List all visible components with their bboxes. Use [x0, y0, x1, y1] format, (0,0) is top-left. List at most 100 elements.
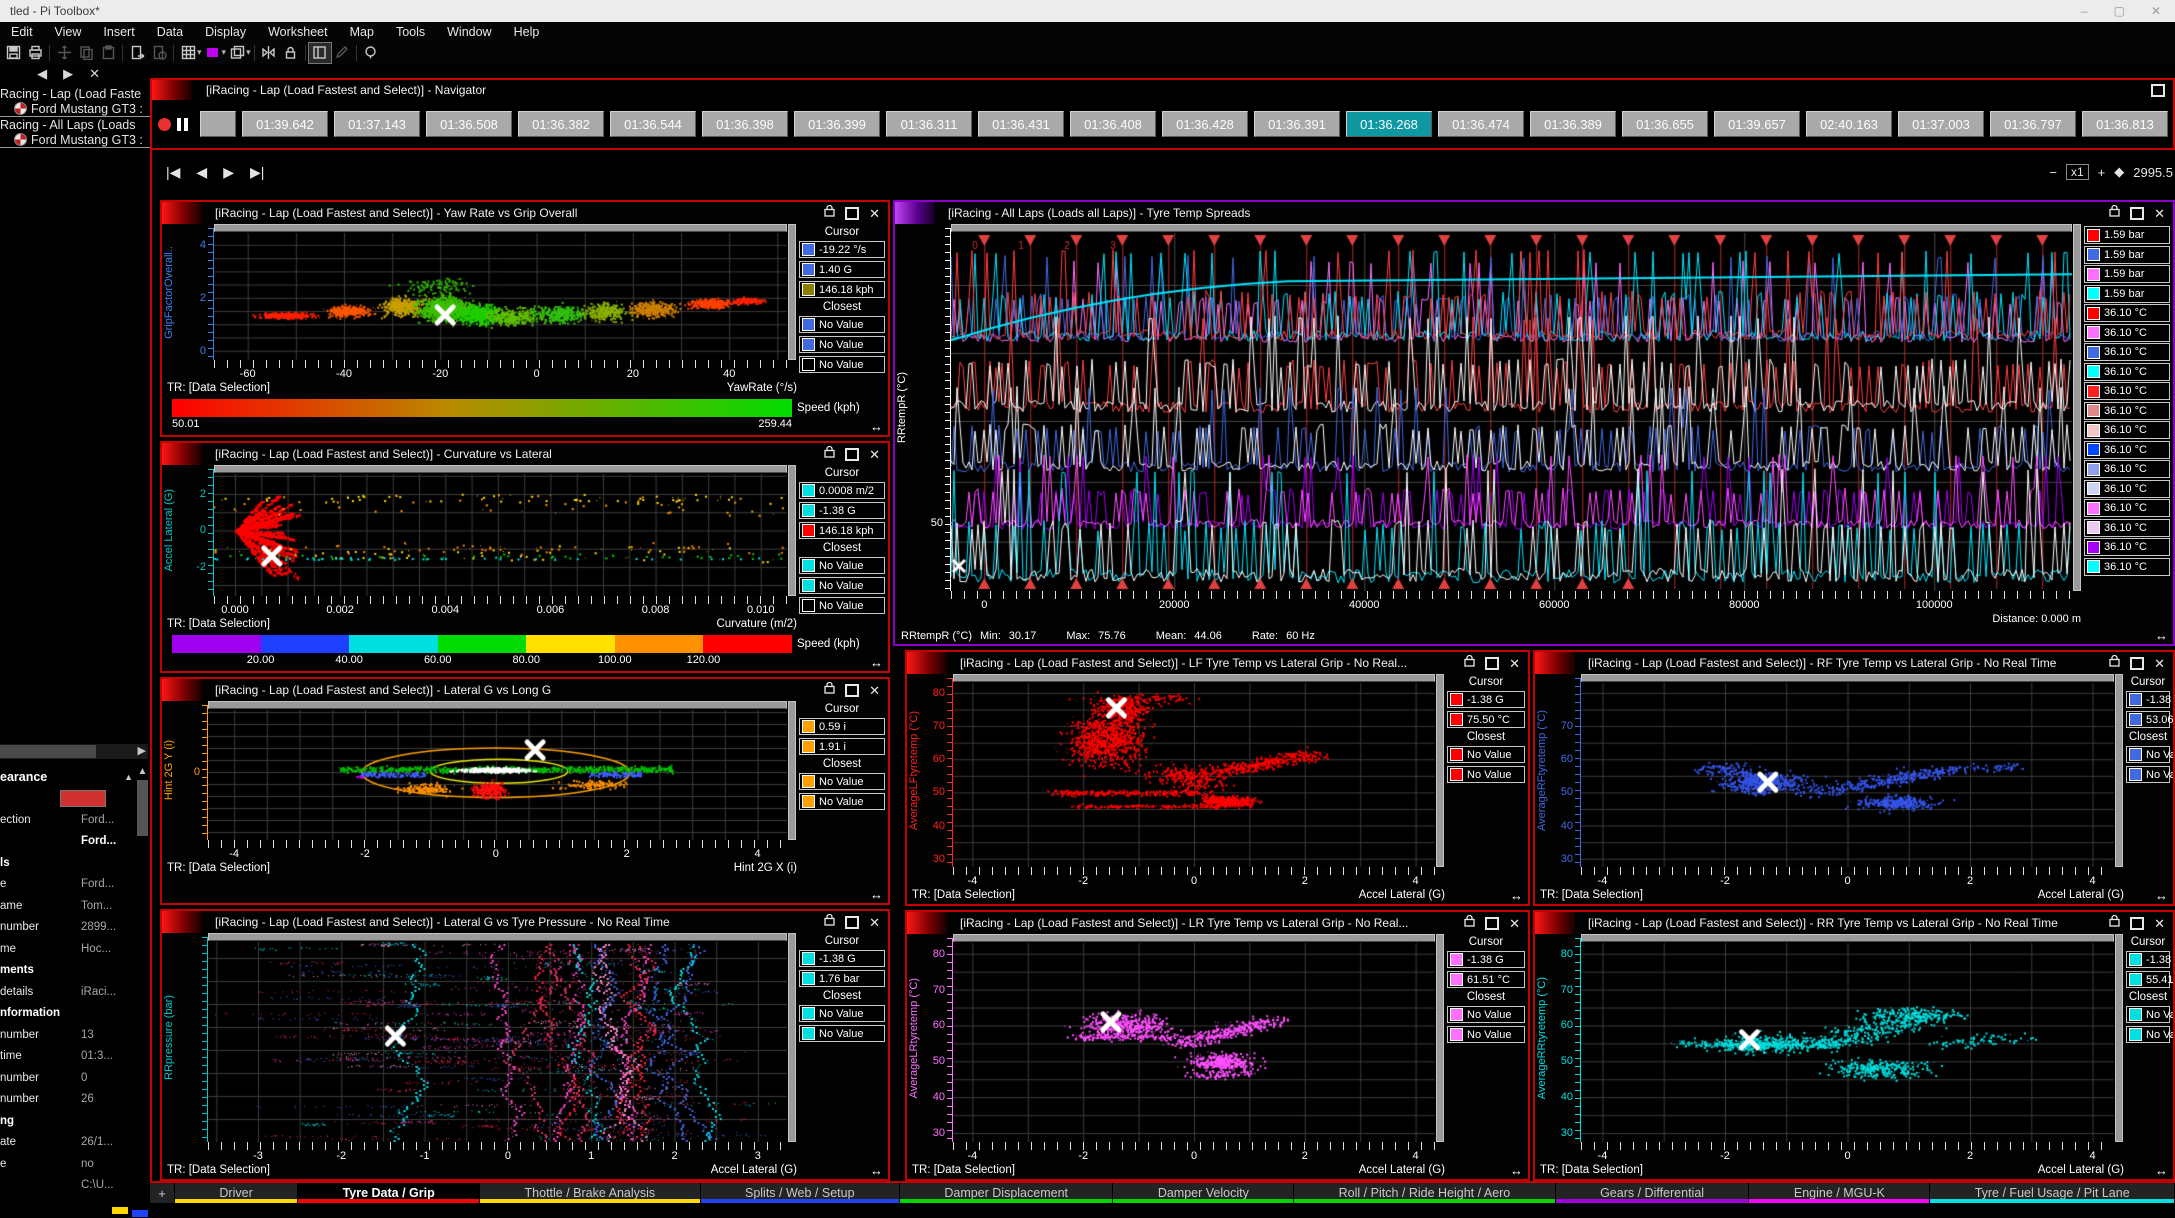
close-icon[interactable]: ✕ — [2154, 657, 2165, 670]
print-icon[interactable] — [24, 43, 46, 63]
send-doc-icon[interactable] — [148, 43, 170, 63]
horizontal-scrollbar[interactable] — [214, 224, 787, 232]
flip-icon[interactable] — [258, 43, 280, 63]
close-icon[interactable]: ✕ — [869, 207, 880, 220]
lap-chip[interactable]: 01:36.399 — [794, 111, 880, 137]
tab-thottle-brake-analysis[interactable]: Thottle / Brake Analysis — [480, 1183, 700, 1203]
property-row[interactable]: nformation — [0, 1003, 133, 1025]
horizontal-scrollbar[interactable] — [951, 224, 2072, 232]
vertical-scrollbar[interactable] — [788, 465, 796, 596]
vertical-scrollbar[interactable] — [2115, 674, 2123, 867]
tab-tyre-data-grip[interactable]: Tyre Data / Grip — [298, 1183, 480, 1203]
move-icon[interactable] — [53, 43, 75, 63]
menu-item-map[interactable]: Map — [339, 22, 385, 41]
panel-header[interactable]: [iRacing - Lap (Load Fastest and Select)… — [1535, 912, 2173, 934]
window-split-icon[interactable] — [309, 43, 331, 63]
lap-chip[interactable]: 01:36.655 — [1622, 111, 1708, 137]
lock-icon[interactable] — [2109, 914, 2120, 932]
lap-chip[interactable]: 01:36.398 — [702, 111, 788, 137]
menu-item-edit[interactable]: Edit — [0, 22, 44, 41]
close-icon[interactable]: ✕ — [869, 684, 880, 697]
vertical-scrollbar[interactable] — [1436, 674, 1444, 867]
scroll-up-arrow[interactable]: ▲ — [135, 766, 150, 777]
cascade-icon[interactable] — [226, 43, 248, 63]
resize-handle[interactable]: ↔ — [1510, 888, 1523, 903]
play-button[interactable]: ▶ — [223, 164, 234, 181]
resize-handle[interactable]: ↔ — [1510, 1163, 1523, 1178]
maximize-icon[interactable] — [845, 916, 859, 929]
fill-color-icon[interactable] — [202, 43, 224, 63]
property-row[interactable]: Ford... — [0, 831, 133, 853]
resize-handle[interactable]: ↔ — [870, 655, 883, 670]
panel-header[interactable]: [iRacing - Lap (Load Fastest and Select)… — [907, 912, 1528, 934]
property-row[interactable]: number0 — [0, 1067, 133, 1089]
maximize-icon[interactable] — [2130, 657, 2144, 670]
minimize-icon[interactable]: – — [2081, 4, 2088, 18]
property-row[interactable]: C:\U... — [0, 1175, 133, 1191]
chart-canvas-tyre-temp-spreads[interactable] — [951, 233, 2072, 591]
add-worksheet-button[interactable]: + — [150, 1183, 175, 1203]
lock-icon[interactable] — [824, 913, 835, 931]
color-swatch[interactable] — [60, 790, 106, 807]
zoom-in-button[interactable]: + — [2098, 165, 2106, 180]
horizontal-scrollbar[interactable] — [1581, 674, 2114, 682]
property-row[interactable]: ng — [0, 1110, 133, 1132]
panel-header[interactable]: [iRacing - All Laps (Loads all Laps)] - … — [895, 202, 2173, 224]
horizontal-scrollbar[interactable] — [953, 934, 1435, 942]
scrollbar-thumb[interactable] — [137, 780, 148, 836]
lap-chip[interactable]: 01:36.311 — [886, 111, 972, 137]
help-icon[interactable] — [360, 43, 382, 63]
lap-chip[interactable]: 01:36.474 — [1438, 111, 1524, 137]
tab-engine-mgu-k[interactable]: Engine / MGU-K — [1749, 1183, 1930, 1203]
menu-item-insert[interactable]: Insert — [92, 22, 145, 41]
close-icon[interactable]: ✕ — [869, 448, 880, 461]
lap-chip[interactable]: 02:40.163 — [1806, 111, 1892, 137]
nav-close-button[interactable]: ✕ — [89, 66, 100, 82]
lock-icon[interactable] — [824, 204, 835, 222]
property-grid-scrollbar[interactable]: ▲ — [135, 766, 150, 1190]
lock-icon[interactable] — [824, 445, 835, 463]
chart-canvas-yaw-grip[interactable] — [214, 233, 787, 360]
maximize-icon[interactable] — [845, 207, 859, 220]
property-row[interactable]: number26 — [0, 1089, 133, 1111]
step-back-button[interactable]: ◀ — [196, 164, 207, 181]
property-row[interactable]: number13 — [0, 1024, 133, 1046]
resize-handle[interactable]: ↔ — [2155, 628, 2168, 643]
goto-end-button[interactable]: ▶| — [250, 164, 264, 181]
lock-icon[interactable] — [824, 681, 835, 699]
lock-icon[interactable] — [2109, 204, 2120, 222]
lap-chip[interactable]: 01:36.382 — [518, 111, 604, 137]
property-row[interactable]: earance▲ — [0, 766, 133, 788]
chart-canvas-lr-temp[interactable] — [953, 943, 1435, 1142]
lap-chip[interactable]: 01:36.389 — [1530, 111, 1616, 137]
tab-damper-velocity[interactable]: Damper Velocity — [1113, 1183, 1294, 1203]
tab-gears-differential[interactable]: Gears / Differential — [1556, 1183, 1750, 1203]
lap-chip[interactable]: 01:39.657 — [1714, 111, 1800, 137]
property-row[interactable]: ectionFord... — [0, 809, 133, 831]
close-icon[interactable]: ✕ — [2154, 917, 2165, 930]
lap-chip[interactable]: 01:36.408 — [1070, 111, 1156, 137]
maximize-icon[interactable] — [1485, 917, 1499, 930]
chart-canvas-rr-temp[interactable] — [1581, 943, 2114, 1142]
navigator-header[interactable]: [iRacing - Lap (Load Fastest and Select)… — [152, 80, 2173, 100]
resize-handle[interactable]: ↔ — [870, 1163, 883, 1178]
close-icon[interactable]: ✕ — [1509, 657, 1520, 670]
scroll-up-arrow[interactable]: ▲ — [124, 772, 133, 782]
menu-item-help[interactable]: Help — [503, 22, 551, 41]
tab-damper-displacement[interactable]: Damper Displacement — [900, 1183, 1113, 1203]
horizontal-scrollbar[interactable] — [953, 674, 1435, 682]
scrollbar-thumb[interactable] — [0, 745, 96, 758]
lap-chip[interactable]: 01:36.544 — [610, 111, 696, 137]
resize-handle[interactable]: ↔ — [870, 887, 883, 902]
close-icon[interactable]: ✕ — [2154, 207, 2165, 220]
goto-cursor-icon[interactable]: ◆ — [2114, 164, 2124, 180]
tab-roll-pitch-ride-height-aero[interactable]: Roll / Pitch / Ride Height / Aero — [1294, 1183, 1555, 1203]
maximize-icon[interactable] — [2151, 84, 2165, 97]
resize-handle[interactable]: ↔ — [870, 419, 883, 434]
save-icon[interactable] — [2, 43, 24, 63]
lap-chip[interactable]: 01:36.813 — [2082, 111, 2168, 137]
horizontal-scrollbar[interactable] — [1581, 934, 2114, 942]
lock-icon[interactable] — [1464, 914, 1475, 932]
menu-item-tools[interactable]: Tools — [385, 22, 436, 41]
pencil-icon[interactable] — [331, 43, 353, 63]
